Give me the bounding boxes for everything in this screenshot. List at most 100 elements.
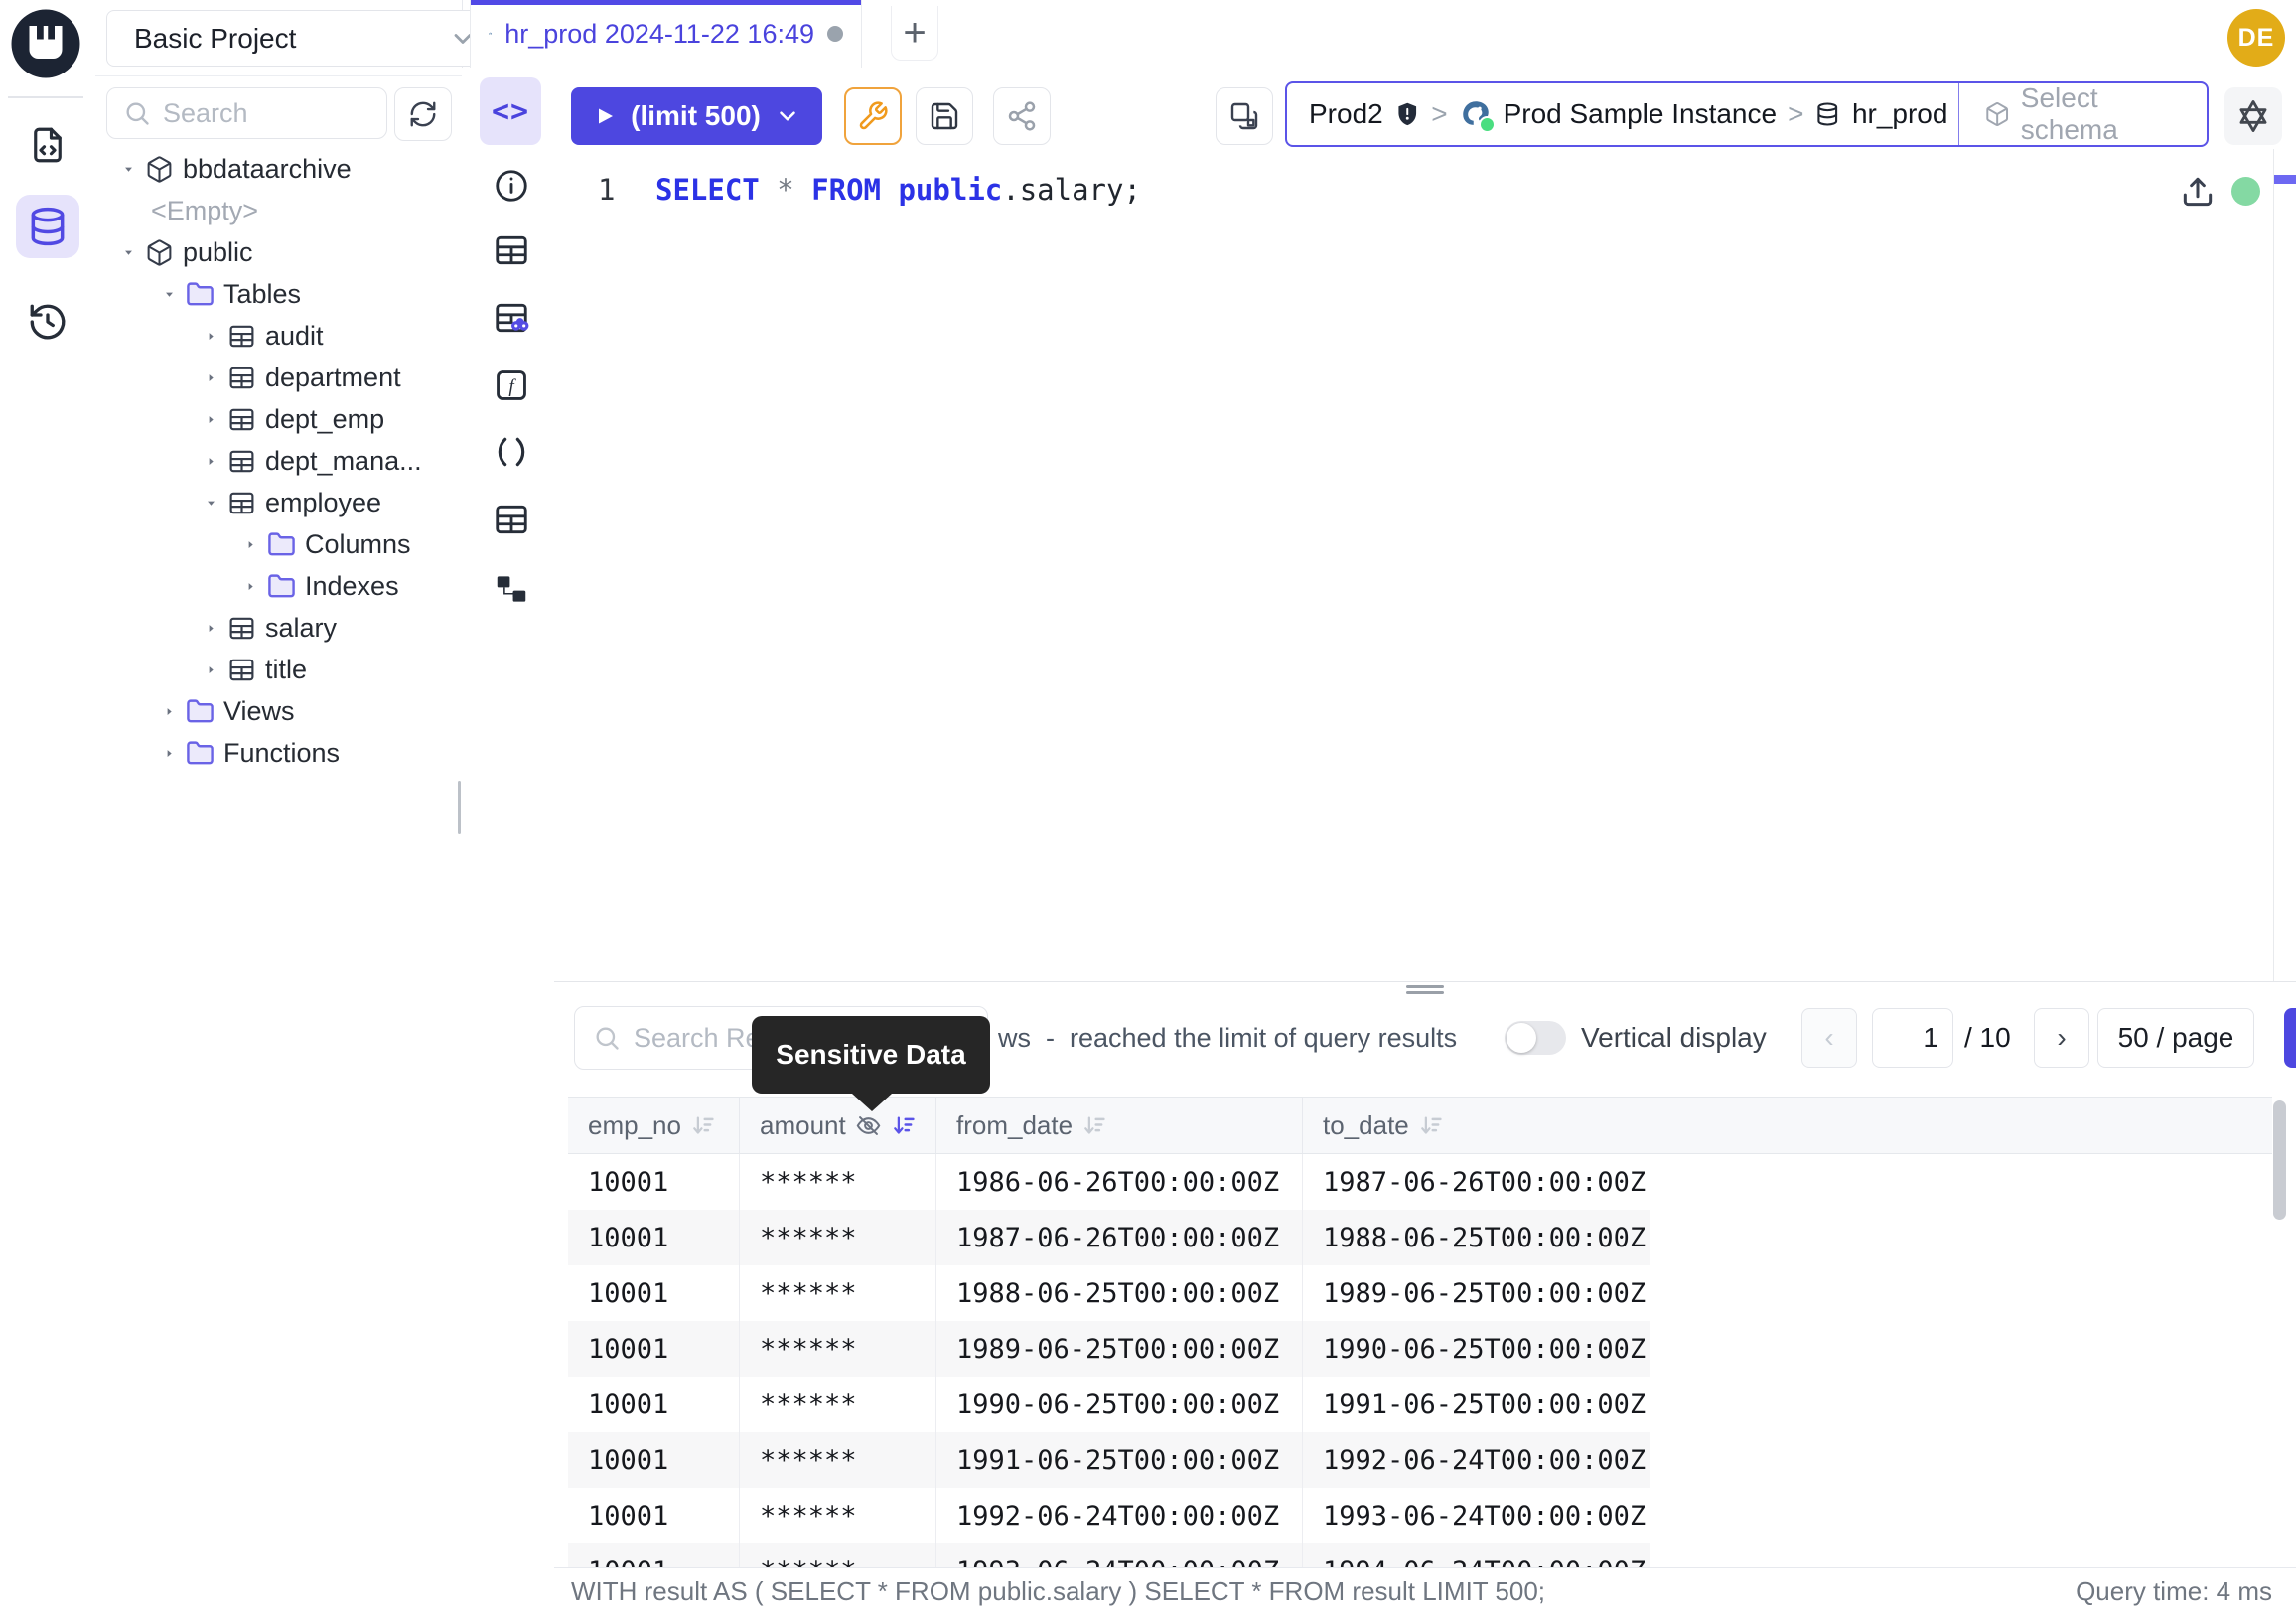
schema-diagram-icon[interactable] [493, 570, 530, 608]
sql-editor-pane[interactable]: 1 SELECT * FROM public.salary; [554, 149, 2296, 981]
sort-icon[interactable] [1418, 1112, 1445, 1139]
unsaved-dot [827, 26, 843, 42]
rail-item-databases[interactable] [16, 195, 79, 258]
tree-node-audit[interactable]: audit [95, 315, 462, 357]
tree-node-department[interactable]: department [95, 357, 462, 398]
tree-node-functions[interactable]: Functions [95, 732, 462, 774]
table-row[interactable]: 10001******1986-06-26T00:00:00Z1987-06-2… [568, 1154, 2272, 1210]
parentheses-icon[interactable] [493, 433, 530, 471]
caret-right-icon[interactable] [204, 412, 218, 427]
project-select[interactable]: Basic Project [106, 10, 498, 67]
tree-node-dept-manager[interactable]: dept_mana... [95, 440, 462, 482]
sort-icon[interactable] [690, 1112, 717, 1139]
masked-data-icon[interactable] [493, 299, 530, 337]
caret-right-icon[interactable] [204, 662, 218, 677]
code-mode-button[interactable]: <> [480, 77, 541, 145]
panel-edge-button[interactable] [2284, 1008, 2296, 1068]
column-header-amount[interactable]: amount [740, 1098, 936, 1153]
tree-node-indexes[interactable]: Indexes [95, 565, 462, 607]
info-icon[interactable] [493, 167, 530, 205]
sort-icon-active[interactable] [891, 1112, 918, 1139]
page-number-input[interactable]: 1 [1872, 1008, 1953, 1068]
table-row[interactable]: 10001******1989-06-25T00:00:00Z1990-06-2… [568, 1321, 2272, 1377]
function-icon[interactable] [493, 367, 530, 404]
executed-sql-text: WITH result AS ( SELECT * FROM public.sa… [571, 1568, 1545, 1613]
column-header-to-date[interactable]: to_date [1303, 1098, 1650, 1153]
refresh-schema-button[interactable] [394, 87, 452, 141]
user-avatar[interactable]: DE [2227, 9, 2285, 67]
vertical-display-toggle[interactable] [1505, 1021, 1566, 1055]
limit-notice: ws - reached the limit of query results [998, 1006, 1457, 1070]
share-button[interactable] [993, 87, 1051, 145]
sensitive-data-tooltip: Sensitive Data [752, 1016, 990, 1094]
eye-off-icon[interactable] [855, 1112, 882, 1139]
tree-node-empty: <Empty> [95, 190, 462, 231]
connection-status-dot [2231, 177, 2260, 206]
folder-icon [186, 280, 215, 309]
caret-right-icon[interactable] [162, 704, 177, 719]
tree-node-salary[interactable]: salary [95, 607, 462, 649]
column-header-from-date[interactable]: from_date [936, 1098, 1303, 1153]
caret-down-icon[interactable] [162, 287, 177, 302]
tree-node-public[interactable]: public [95, 231, 462, 273]
table-icon [227, 322, 256, 351]
admin-wrench-button[interactable] [844, 87, 902, 145]
ai-assistant-button[interactable] [2224, 87, 2282, 145]
caret-right-icon[interactable] [243, 579, 258, 594]
caret-down-icon[interactable] [204, 496, 218, 511]
schema-picker[interactable]: Select schema [1970, 82, 2185, 146]
caret-right-icon[interactable] [162, 746, 177, 761]
new-tab-button[interactable]: + [891, 6, 938, 61]
caret-right-icon[interactable] [243, 537, 258, 552]
chevron-down-icon[interactable] [775, 103, 800, 129]
batch-mode-button[interactable] [1216, 87, 1273, 145]
tree-node-dept-emp[interactable]: dept_emp [95, 398, 462, 440]
table-row[interactable]: 10001******1990-06-25T00:00:00Z1991-06-2… [568, 1377, 2272, 1432]
tab-bar: hr_prod 2024-11-22 16:49 + [470, 0, 2296, 69]
caret-right-icon[interactable] [204, 621, 218, 636]
caret-right-icon[interactable] [204, 454, 218, 469]
table-row[interactable]: 10001******1992-06-24T00:00:00Z1993-06-2… [568, 1488, 2272, 1543]
sql-code-line: SELECT * FROM public.salary; [655, 173, 1141, 207]
tree-node-columns[interactable]: Columns [95, 523, 462, 565]
tree-node-bbdataarchive[interactable]: bbdataarchive [95, 148, 462, 190]
connection-breadcrumb[interactable]: Prod2 > Prod Sample Instance > hr_prod S… [1285, 81, 2209, 147]
cube-icon [1984, 99, 2010, 129]
table-row[interactable]: 10001******1988-06-25T00:00:00Z1989-06-2… [568, 1265, 2272, 1321]
table-panel-icon[interactable] [493, 231, 530, 269]
panel-resize-handle[interactable] [1406, 985, 1444, 996]
schema-icon [145, 238, 174, 267]
caret-down-icon[interactable] [121, 162, 136, 177]
tree-node-tables[interactable]: Tables [95, 273, 462, 315]
sidebar-search-input[interactable]: Search [106, 87, 387, 139]
caret-right-icon[interactable] [204, 329, 218, 344]
table-row[interactable]: 10001******1991-06-25T00:00:00Z1992-06-2… [568, 1432, 2272, 1488]
external-table-icon[interactable] [493, 501, 530, 538]
tree-node-views[interactable]: Views [95, 690, 462, 732]
table-row[interactable]: 10001******1987-06-26T00:00:00Z1988-06-2… [568, 1210, 2272, 1265]
table-row[interactable]: 10001******1993-06-24T00:00:00Z1994-06-2… [568, 1543, 2272, 1568]
column-header-emp-no[interactable]: emp_no [568, 1098, 740, 1153]
table-icon [227, 405, 256, 434]
tree-node-title[interactable]: title [95, 649, 462, 690]
tree-node-employee[interactable]: employee [95, 482, 462, 523]
app-logo[interactable] [10, 8, 81, 79]
results-scrollbar[interactable] [2273, 1100, 2286, 1220]
upload-icon[interactable] [2179, 173, 2217, 211]
sort-icon[interactable] [1081, 1112, 1108, 1139]
table-body: 10001******1986-06-26T00:00:00Z1987-06-2… [568, 1154, 2272, 1568]
next-page-button[interactable]: › [2034, 1008, 2089, 1068]
prev-page-button[interactable]: ‹ [1801, 1008, 1857, 1068]
instance-name: Prod Sample Instance [1504, 98, 1778, 130]
save-sheet-button[interactable] [916, 87, 973, 145]
editor-overview-ruler[interactable] [2273, 149, 2274, 981]
rail-item-history[interactable] [16, 290, 79, 354]
database-name: hr_prod [1852, 98, 1948, 130]
run-query-button[interactable]: (limit 500) [571, 87, 822, 145]
batch-query-icon [1228, 100, 1260, 132]
tab-hr-prod[interactable]: hr_prod 2024-11-22 16:49 [470, 0, 862, 68]
caret-down-icon[interactable] [121, 245, 136, 260]
caret-right-icon[interactable] [204, 370, 218, 385]
rail-item-worksheets[interactable] [16, 113, 79, 177]
page-size-select[interactable]: 50 / page [2097, 1008, 2254, 1068]
